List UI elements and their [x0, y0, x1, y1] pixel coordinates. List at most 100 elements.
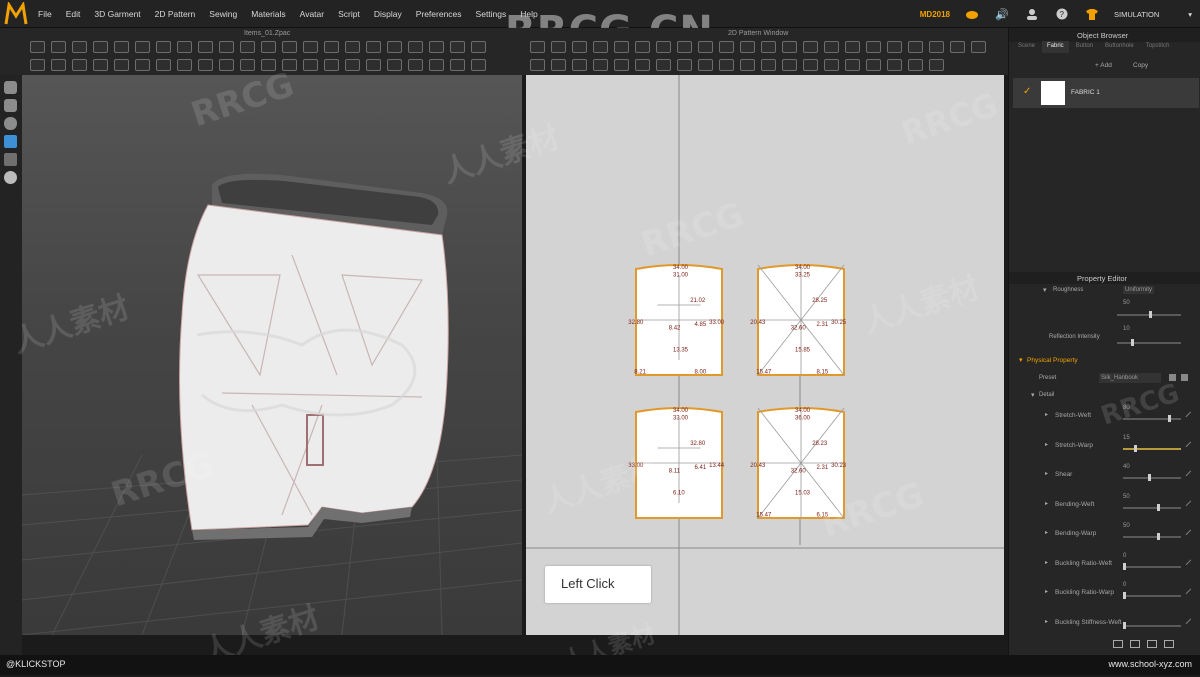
2d-tool-icon[interactable]	[845, 41, 860, 53]
texture-tool-icon[interactable]	[4, 135, 17, 148]
slider-track[interactable]	[1123, 536, 1181, 538]
chevron-right-icon[interactable]: ▸	[1045, 618, 1048, 625]
2d-tool-icon[interactable]	[572, 59, 587, 71]
2d-tool-icon[interactable]	[866, 41, 881, 53]
slider-track[interactable]	[1123, 565, 1181, 568]
2d-tool-icon[interactable]	[530, 41, 545, 53]
property-value[interactable]: 15	[1123, 435, 1130, 441]
2d-tool-icon[interactable]	[635, 41, 650, 53]
2d-tool-icon[interactable]	[866, 59, 881, 71]
3d-tool-icon[interactable]	[51, 41, 66, 53]
3d-tool-icon[interactable]	[345, 59, 360, 71]
pin-icon[interactable]	[1185, 559, 1196, 569]
2d-tool-icon[interactable]	[572, 41, 587, 53]
3d-tool-icon[interactable]	[30, 59, 45, 71]
slider-knob[interactable]	[1134, 444, 1138, 452]
2d-tool-icon[interactable]	[782, 59, 797, 71]
slider-knob[interactable]	[1156, 503, 1160, 511]
2d-tool-icon[interactable]	[803, 59, 818, 71]
menu-item-preferences[interactable]: Preferences	[416, 9, 462, 19]
slider-track[interactable]	[1123, 418, 1181, 420]
garment-model[interactable]	[179, 173, 449, 540]
slider-knob[interactable]	[1156, 533, 1160, 540]
2d-tool-icon[interactable]	[614, 59, 629, 71]
3d-tool-icon[interactable]	[471, 59, 486, 71]
pattern-piece[interactable]: 34.00 33.25 28.25 20.43 32.60 2.31 30.25 15.85 1…	[750, 264, 847, 376]
pin-icon[interactable]	[1185, 618, 1196, 628]
speaker-icon[interactable]: 🔊	[994, 6, 1010, 22]
pin-icon[interactable]	[1185, 470, 1196, 481]
3d-tool-icon[interactable]	[345, 41, 360, 53]
tab-buttonhole[interactable]: Buttonhole	[1100, 41, 1139, 53]
3d-tool-icon[interactable]	[198, 41, 213, 53]
2d-tool-icon[interactable]	[803, 41, 818, 53]
2d-tool-icon[interactable]	[929, 59, 944, 71]
shirt-icon[interactable]	[1084, 6, 1100, 22]
help-icon[interactable]: ?	[1054, 6, 1070, 22]
2d-tool-icon[interactable]	[719, 59, 734, 71]
3d-tool-icon[interactable]	[387, 59, 402, 71]
2d-tool-icon[interactable]	[551, 41, 566, 53]
chevron-right-icon[interactable]: ▸	[1045, 559, 1048, 566]
settings-icon[interactable]	[1164, 640, 1174, 648]
menu-item-script[interactable]: Script	[338, 9, 360, 19]
pen-tool-icon[interactable]	[4, 153, 17, 166]
slider-knob[interactable]	[1123, 621, 1126, 629]
2d-tool-icon[interactable]	[656, 59, 671, 71]
2d-tool-icon[interactable]	[614, 41, 629, 53]
2d-tool-icon[interactable]	[530, 59, 545, 71]
2d-tool-icon[interactable]	[887, 41, 902, 53]
3d-tool-icon[interactable]	[471, 41, 486, 53]
tab-button[interactable]: Button	[1071, 41, 1098, 53]
slider-track[interactable]	[1117, 342, 1181, 344]
tab-topstitch[interactable]: Topstitch	[1141, 41, 1175, 53]
3d-tool-icon[interactable]	[261, 41, 276, 53]
preset-select[interactable]: Silk_Hanbook	[1099, 373, 1161, 383]
3d-tool-icon[interactable]	[429, 41, 444, 53]
3d-tool-icon[interactable]	[408, 59, 423, 71]
3d-tool-icon[interactable]	[30, 41, 45, 53]
save-icon[interactable]	[1169, 374, 1176, 381]
chevron-right-icon[interactable]: ▸	[1045, 588, 1048, 595]
slider-track[interactable]	[1123, 506, 1181, 509]
menu-item-avatar[interactable]: Avatar	[300, 9, 324, 19]
chevron-right-icon[interactable]: ▸	[1045, 529, 1048, 536]
2d-tool-icon[interactable]	[971, 41, 986, 53]
3d-tool-icon[interactable]	[303, 41, 318, 53]
2d-tool-icon[interactable]	[824, 59, 839, 71]
2d-tool-icon[interactable]	[824, 41, 839, 53]
3d-tool-icon[interactable]	[177, 41, 192, 53]
avatar-tool-icon[interactable]	[4, 81, 17, 94]
3d-tool-icon[interactable]	[324, 41, 339, 53]
property-value[interactable]: 0	[1123, 582, 1126, 588]
2d-tool-icon[interactable]	[635, 59, 650, 71]
chevron-right-icon[interactable]: ▸	[1045, 411, 1048, 418]
3d-tool-icon[interactable]	[429, 59, 444, 71]
tab-fabric[interactable]: Fabric	[1042, 41, 1069, 53]
2d-tool-icon[interactable]	[698, 59, 713, 71]
3d-tool-icon[interactable]	[72, 59, 87, 71]
3d-viewport[interactable]	[22, 75, 522, 635]
3d-tool-icon[interactable]	[135, 41, 150, 53]
menu-item-settings[interactable]: Settings	[476, 9, 507, 19]
2d-tool-icon[interactable]	[908, 59, 923, 71]
2d-tool-icon[interactable]	[698, 41, 713, 53]
slider-knob[interactable]	[1123, 562, 1126, 570]
2d-tool-icon[interactable]	[908, 41, 923, 53]
2d-tool-icon[interactable]	[950, 41, 965, 53]
user-icon[interactable]	[1024, 6, 1040, 22]
3d-tool-icon[interactable]	[93, 41, 108, 53]
3d-tool-icon[interactable]	[219, 59, 234, 71]
2d-tool-icon[interactable]	[761, 41, 776, 53]
2d-tool-icon[interactable]	[929, 41, 944, 53]
slider-track[interactable]	[1123, 447, 1181, 450]
3d-tool-icon[interactable]	[303, 59, 318, 71]
3d-tool-icon[interactable]	[135, 59, 150, 71]
copy-button[interactable]: Copy	[1133, 62, 1148, 69]
2d-tool-icon[interactable]	[593, 41, 608, 53]
figure-tool-icon[interactable]	[4, 117, 17, 130]
3d-tool-icon[interactable]	[408, 41, 423, 53]
3d-tool-icon[interactable]	[219, 41, 234, 53]
slider-track[interactable]	[1123, 624, 1181, 627]
slider-knob[interactable]	[1131, 339, 1134, 346]
